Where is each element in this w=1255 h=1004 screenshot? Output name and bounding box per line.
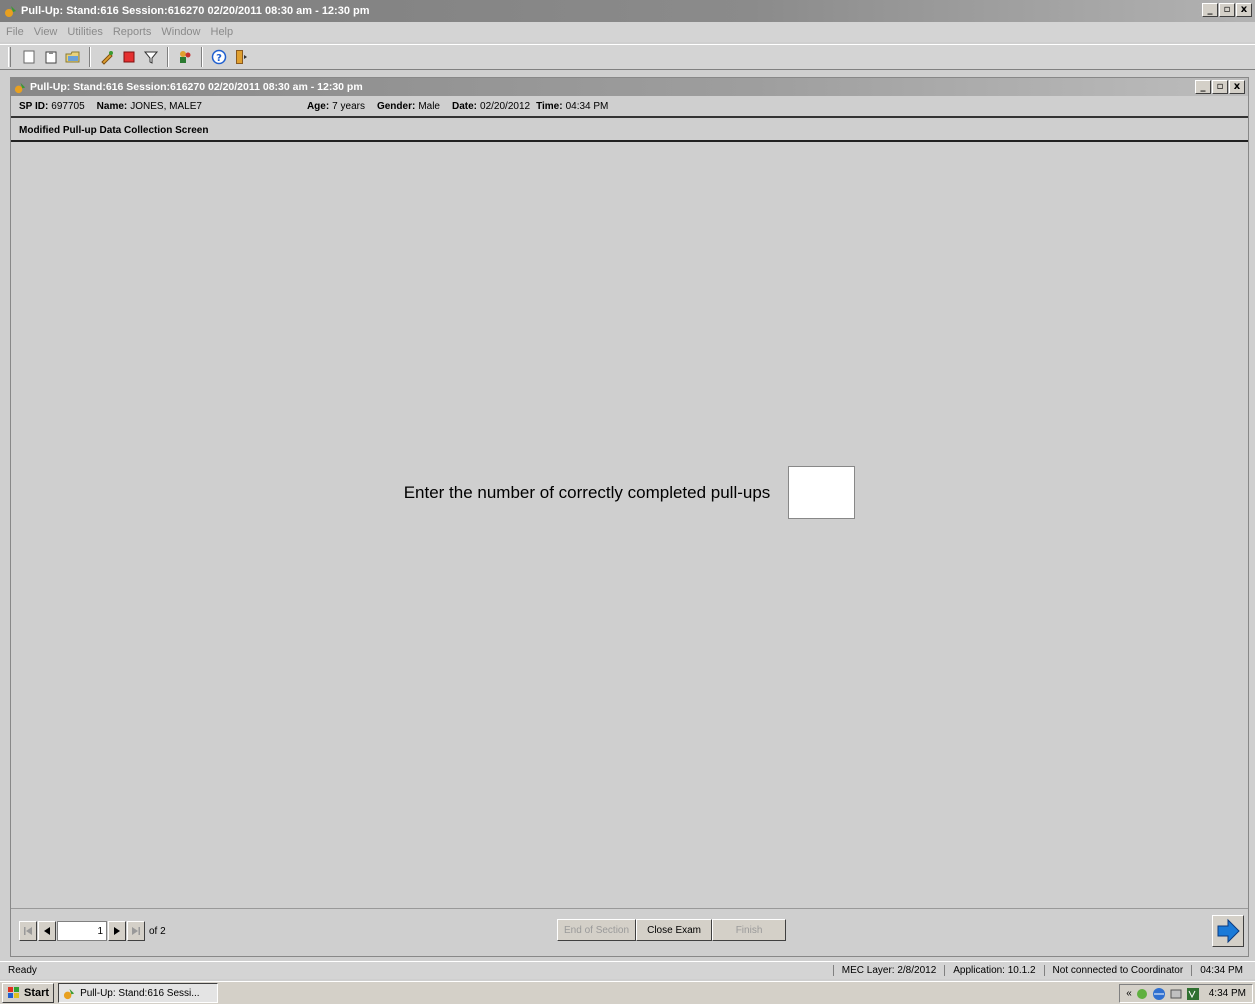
new-icon[interactable] [19,47,39,67]
child-window-controls: _ ▫ x [1195,80,1245,94]
status-ready: Ready [8,965,37,976]
age-group: Age: 7 years [307,101,365,112]
gender-value: Male [418,100,440,112]
exam-actions: End of Section Close Exam Finish [557,919,787,941]
status-coordinator: Not connected to Coordinator [1043,965,1192,976]
window-controls: _ ▫ x [1202,3,1252,17]
exam-window-title: Pull-Up: Stand:616 Session:616270 02/20/… [30,81,363,93]
arrow-right-icon [1217,918,1240,944]
clipboard-icon[interactable] [41,47,61,67]
child-close-button[interactable]: x [1229,80,1245,94]
child-maximize-button[interactable]: ▫ [1212,80,1228,94]
filter-icon[interactable] [141,47,161,67]
end-of-section-button[interactable]: End of Section [557,919,637,941]
people-icon[interactable] [175,47,195,67]
time-label: Time: [536,100,563,112]
exam-window: Pull-Up: Stand:616 Session:616270 02/20/… [10,77,1249,957]
sp-id-label: SP ID: [19,100,49,112]
tray-network-icon[interactable] [1135,987,1149,1001]
tray-expand-button[interactable]: « [1126,988,1132,999]
stop-icon[interactable] [119,47,139,67]
menu-window[interactable]: Window [161,26,200,38]
last-page-button[interactable] [127,921,145,941]
pullup-app-icon [14,82,26,93]
restore-button[interactable]: ▫ [1219,3,1235,17]
close-exam-button[interactable]: Close Exam [636,919,713,941]
edit-icon[interactable] [97,47,117,67]
start-label: Start [24,987,50,999]
time-value: 04:34 PM [565,100,609,112]
bottom-navigation: of 2 End of Section Close Exam Finish [11,908,1248,956]
child-minimize-button[interactable]: _ [1195,80,1211,94]
gender-group: Gender: Male [377,101,440,112]
pullup-prompt-label: Enter the number of correctly completed … [403,482,771,502]
status-time: 04:34 PM [1191,965,1255,976]
next-arrow-button[interactable] [1212,915,1244,947]
tray-volume-icon[interactable] [1186,987,1200,1001]
exam-window-titlebar: Pull-Up: Stand:616 Session:616270 02/20/… [11,78,1248,96]
menu-view[interactable]: View [34,26,58,38]
toolbar-separator [89,47,91,67]
date-value: 02/20/2012 [480,100,531,112]
start-button[interactable]: Start [2,983,55,1003]
pullup-app-icon [5,6,16,17]
date-label: Date: [452,100,478,112]
menu-file[interactable]: File [6,26,24,38]
toolbar: ? [0,44,1255,70]
exit-icon[interactable] [231,47,251,67]
menu-help[interactable]: Help [211,26,234,38]
date-group: Date: 02/20/2012 [452,101,530,112]
tray-globe-icon[interactable] [1152,987,1166,1001]
taskbar-item-label: Pull-Up: Stand:616 Sessi... [80,987,200,999]
gender-label: Gender: [376,100,416,112]
menu-bar: File View Utilities Reports Window Help [0,22,1255,42]
name-group: Name: JONES, MALE7 [97,101,202,112]
pullup-count-input[interactable] [788,466,856,519]
sp-id-group: SP ID: 697705 [19,101,85,112]
toolbar-separator [167,47,169,67]
menu-utilities[interactable]: Utilities [67,26,102,38]
toolbar-grip [8,47,11,67]
pager: of 2 [19,921,166,941]
status-application: Application: 10.1.2 [944,965,1043,976]
sp-id-value: 697705 [51,100,85,112]
finish-button[interactable]: Finish [712,919,787,941]
toolbar-separator [201,47,203,67]
folder-icon[interactable] [63,47,83,67]
prev-page-button[interactable] [38,921,56,941]
age-value: 7 years [332,100,365,112]
age-label: Age: [306,100,330,112]
tray-tool-icon[interactable] [1169,987,1183,1001]
svg-text:?: ? [216,53,222,64]
system-tray: « 4:34 PM [1119,984,1253,1003]
app-titlebar: Pull-Up: Stand:616 Session:616270 02/20/… [0,0,1255,22]
taskbar-item-pullup[interactable]: Pull-Up: Stand:616 Sessi... [58,983,219,1003]
first-page-button[interactable] [19,921,37,941]
close-button[interactable]: x [1236,3,1252,17]
next-page-button[interactable] [108,921,126,941]
pullup-prompt-area: Enter the number of correctly completed … [11,466,1248,519]
time-group: Time: 04:34 PM [536,101,608,112]
taskbar: Start Pull-Up: Stand:616 Sessi... « 4:34… [0,981,1255,1004]
participant-info-row: SP ID: 697705 Name: JONES, MALE7 Age: 7 yea… [11,96,1248,118]
screen-title: Modified Pull-up Data Collection Screen [11,120,1248,142]
status-mec-layer: MEC Layer: 2/8/2012 [832,965,945,976]
name-label: Name: [96,100,128,112]
page-total-label: of 2 [149,925,166,937]
name-value: JONES, MALE7 [130,100,202,112]
pullup-app-icon [63,988,75,999]
windows-logo-icon [8,987,19,998]
minimize-button[interactable]: _ [1202,3,1218,17]
menu-reports[interactable]: Reports [113,26,152,38]
app-title: Pull-Up: Stand:616 Session:616270 02/20/… [21,5,370,17]
help-icon[interactable]: ? [209,47,229,67]
tray-clock: 4:34 PM [1208,988,1246,999]
status-bar: Ready MEC Layer: 2/8/2012 Application: 1… [0,961,1255,979]
page-number-input[interactable] [57,921,107,941]
